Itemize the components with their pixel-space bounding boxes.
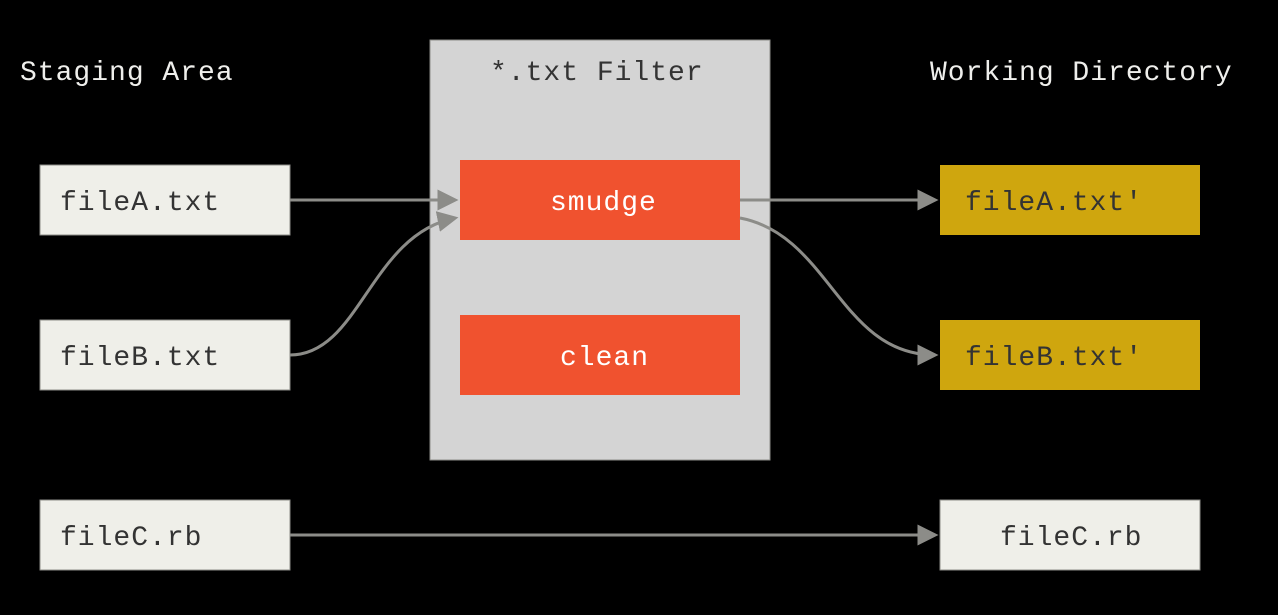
working-fileB-label: fileB.txt' <box>965 343 1143 374</box>
filter-clean-label: clean <box>560 343 649 374</box>
diagram-canvas: Staging Area *.txt Filter Working Direct… <box>0 0 1278 615</box>
staging-fileC-label: fileC.rb <box>60 523 202 554</box>
filter-smudge-label: smudge <box>550 188 657 219</box>
staging-fileA-label: fileA.txt <box>60 188 220 219</box>
staging-fileB-label: fileB.txt <box>60 343 220 374</box>
working-heading: Working Directory <box>930 58 1233 89</box>
working-fileA-label: fileA.txt' <box>965 188 1143 219</box>
staging-heading: Staging Area <box>20 58 234 89</box>
filter-container <box>430 40 770 460</box>
working-fileC-label: fileC.rb <box>1000 523 1142 554</box>
filter-heading-inner: *.txt Filter <box>490 58 704 89</box>
